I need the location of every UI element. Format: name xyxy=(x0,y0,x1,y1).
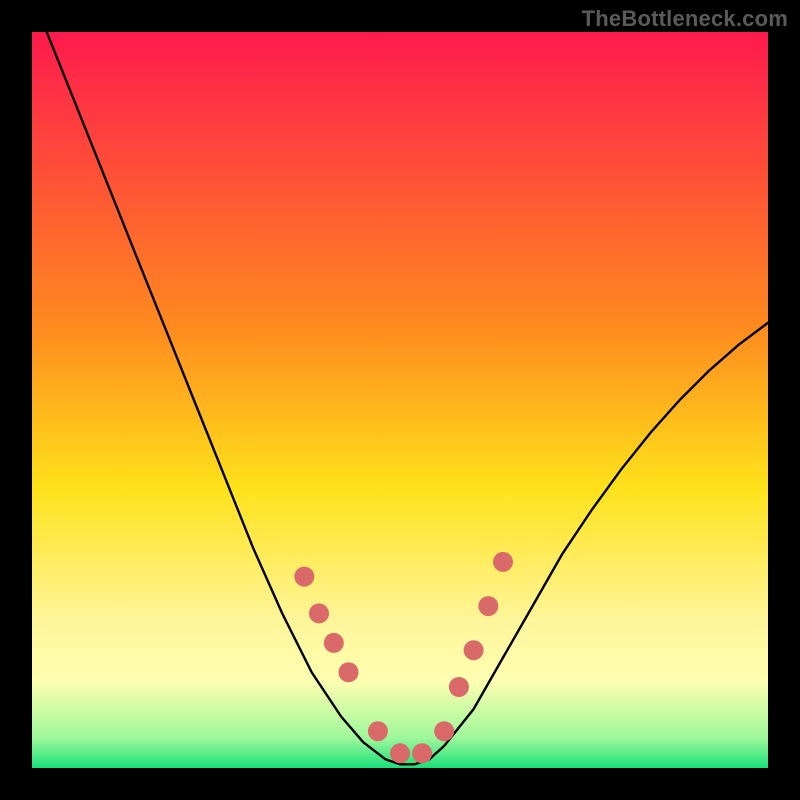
data-marker xyxy=(294,567,314,587)
data-marker xyxy=(478,596,498,616)
data-marker xyxy=(493,552,513,572)
data-marker xyxy=(309,603,329,623)
data-marker xyxy=(434,721,454,741)
chart-frame: TheBottleneck.com xyxy=(0,0,800,800)
data-marker xyxy=(449,677,469,697)
watermark: TheBottleneck.com xyxy=(582,6,788,32)
data-marker xyxy=(464,640,484,660)
data-marker xyxy=(368,721,388,741)
bottleneck-curve-svg xyxy=(32,32,768,768)
gradient-background xyxy=(32,32,768,768)
plot-area xyxy=(32,32,768,768)
data-marker xyxy=(412,743,432,763)
data-marker xyxy=(324,633,344,653)
data-marker xyxy=(339,662,359,682)
data-marker xyxy=(390,743,410,763)
